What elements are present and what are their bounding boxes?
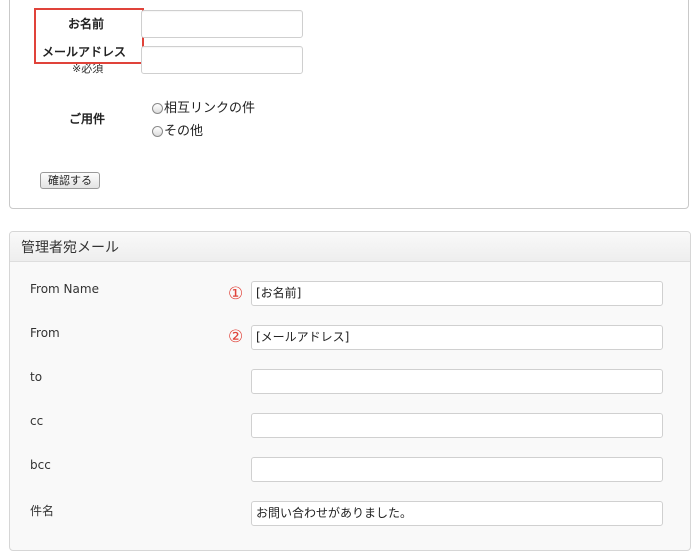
inquiry-label: ご用件 [69, 112, 106, 126]
radio-option-other[interactable]: その他 [152, 120, 203, 139]
marker-2: ② [228, 327, 244, 347]
from-name-input[interactable]: [お名前] [251, 281, 663, 306]
cc-input[interactable] [251, 413, 663, 438]
subject-input[interactable]: お問い合わせがありました。 [251, 501, 663, 526]
radio-option-label: その他 [164, 124, 204, 139]
field-label-bcc: bcc [30, 458, 51, 472]
field-label-cc: cc [30, 414, 44, 428]
radio-button[interactable] [152, 103, 163, 114]
email-input[interactable] [141, 46, 303, 74]
radio-option-mutual-link[interactable]: 相互リンクの件 [152, 97, 255, 116]
confirm-button[interactable]: 確認する [40, 172, 100, 189]
field-label-from-name: From Name [30, 282, 99, 296]
panel-title: 管理者宛メール [21, 240, 119, 256]
radio-button[interactable] [152, 126, 163, 137]
from-input[interactable]: [メールアドレス] [251, 325, 663, 350]
bcc-input[interactable] [251, 457, 663, 482]
marker-1: ① [228, 284, 244, 304]
field-label-from: From [30, 326, 60, 340]
to-input[interactable] [251, 369, 663, 394]
field-label-subject: 件名 [30, 504, 55, 518]
highlight-box [34, 8, 144, 64]
radio-option-label: 相互リンクの件 [164, 101, 256, 116]
name-input[interactable] [141, 10, 303, 38]
field-label-to: to [30, 370, 43, 384]
